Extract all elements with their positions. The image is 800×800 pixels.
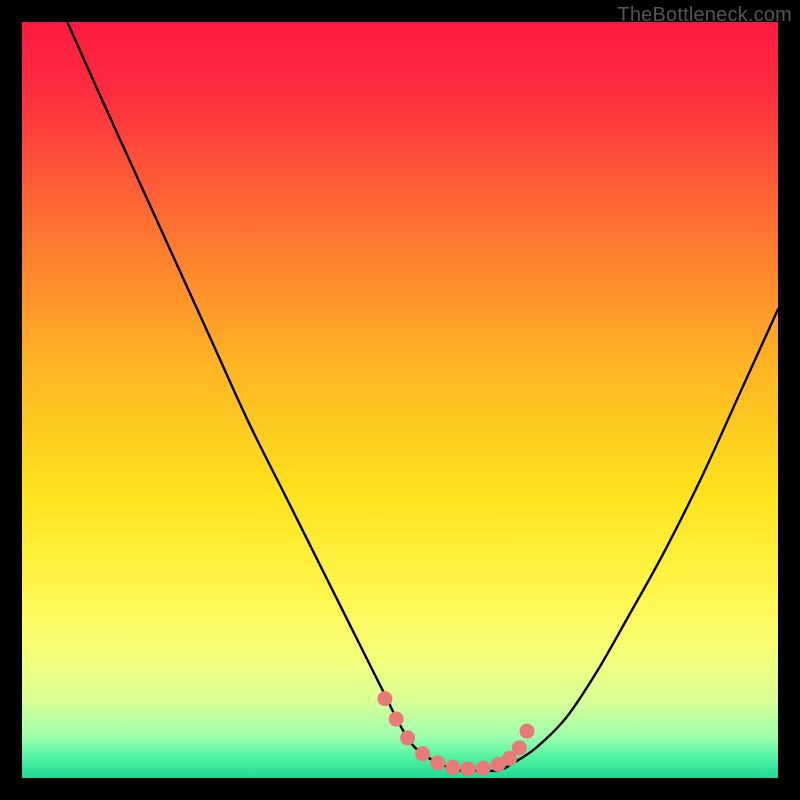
watermark-text: TheBottleneck.com — [617, 4, 792, 27]
bottleneck-chart — [22, 22, 778, 778]
marker-dot — [377, 691, 392, 706]
marker-dot — [512, 740, 527, 755]
marker-dot — [461, 761, 476, 776]
marker-dot — [476, 761, 491, 776]
marker-dot — [445, 760, 460, 775]
marker-dot — [415, 746, 430, 761]
marker-dot — [430, 755, 445, 770]
marker-dot — [520, 724, 535, 739]
gradient-bg — [22, 22, 778, 778]
marker-dot — [400, 730, 415, 745]
chart-frame — [22, 22, 778, 778]
marker-dot — [389, 712, 404, 727]
